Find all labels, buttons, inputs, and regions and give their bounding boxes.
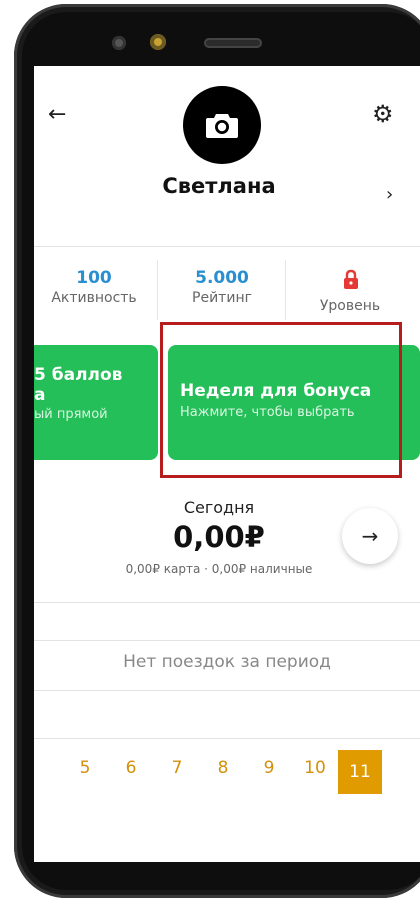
stat-rating-value: 5.000 bbox=[195, 268, 249, 288]
stat-rating[interactable]: 5.000 Рейтинг bbox=[162, 268, 282, 306]
profile-name[interactable]: Светлана bbox=[34, 174, 404, 198]
avatar[interactable] bbox=[183, 86, 261, 164]
divider bbox=[34, 640, 420, 641]
front-camera-icon bbox=[112, 36, 126, 50]
divider bbox=[34, 738, 420, 739]
divider bbox=[34, 246, 420, 247]
lock-icon bbox=[344, 269, 358, 289]
day-item[interactable]: 7 bbox=[162, 758, 192, 778]
bonus-card-title: 5 баллов bbox=[34, 365, 123, 385]
stat-divider bbox=[285, 260, 286, 320]
chevron-right-icon[interactable]: › bbox=[386, 184, 393, 205]
day-selector: 5 6 7 8 9 10 11 bbox=[34, 750, 420, 794]
highlight-box bbox=[160, 322, 402, 478]
day-item[interactable]: 10 bbox=[300, 758, 330, 778]
stat-activity-label: Активность bbox=[51, 290, 137, 306]
bonus-card-subtitle: ый прямой bbox=[34, 407, 108, 422]
bottom-bezel bbox=[14, 862, 420, 902]
today-details: 0,00₽ карта · 0,00₽ наличные bbox=[125, 562, 313, 576]
arrow-right-icon: → bbox=[361, 524, 379, 548]
stat-rating-label: Рейтинг bbox=[192, 290, 252, 306]
day-item[interactable]: 9 bbox=[254, 758, 284, 778]
no-trips-message: Нет поездок за период bbox=[123, 652, 331, 672]
stat-activity-value: 100 bbox=[76, 268, 112, 288]
day-item-selected[interactable]: 11 bbox=[338, 750, 382, 794]
back-arrow-icon[interactable]: ← bbox=[48, 102, 66, 127]
stat-level-label: Уровень bbox=[319, 298, 381, 314]
camera-icon bbox=[206, 114, 238, 138]
stat-activity[interactable]: 100 Активность bbox=[34, 268, 154, 306]
divider bbox=[34, 690, 420, 691]
divider bbox=[34, 602, 420, 603]
speaker-grille bbox=[204, 38, 262, 48]
day-item[interactable]: 6 bbox=[116, 758, 146, 778]
app-screen: ← ⚙ Светлана › 100 Активность 5.000 Рейт… bbox=[34, 66, 420, 862]
next-period-button[interactable]: → bbox=[342, 508, 398, 564]
bonus-card-title-line2: а bbox=[34, 385, 46, 405]
bonus-card-previous[interactable]: 5 баллов а ый прямой bbox=[34, 345, 158, 460]
today-label: Сегодня bbox=[183, 498, 255, 517]
sensor-icon bbox=[150, 34, 166, 50]
stat-divider bbox=[157, 260, 158, 320]
day-item[interactable]: 8 bbox=[208, 758, 238, 778]
gear-icon[interactable]: ⚙ bbox=[372, 100, 394, 128]
stat-level[interactable]: Уровень bbox=[290, 296, 410, 314]
day-item[interactable]: 5 bbox=[70, 758, 100, 778]
